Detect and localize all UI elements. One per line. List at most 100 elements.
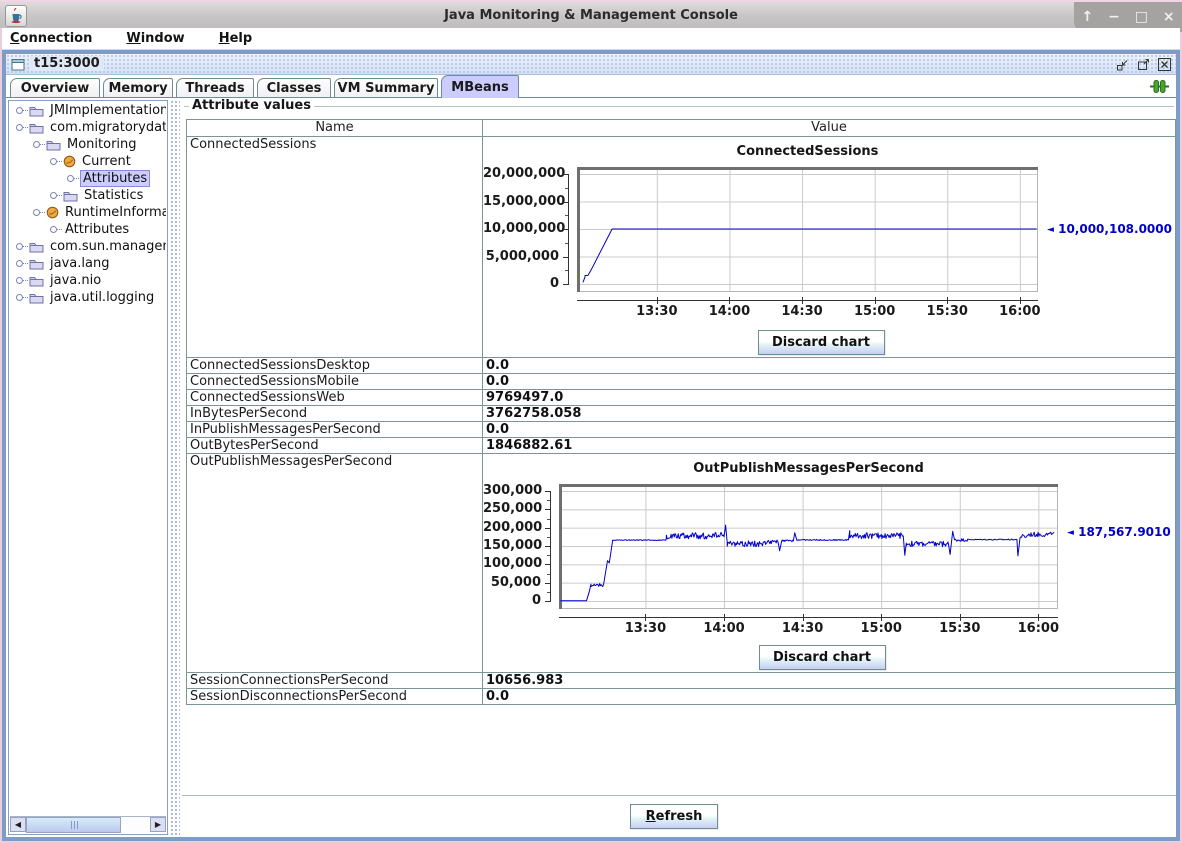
- attribute-name[interactable]: InPublishMessagesPerSecond: [187, 422, 483, 437]
- tree-node[interactable]: Attributes: [10, 221, 166, 238]
- table-row[interactable]: ConnectedSessionsWeb9769497.0: [187, 390, 1175, 406]
- tree-toggle-icon[interactable]: [50, 226, 57, 233]
- tree-toggle-icon[interactable]: [50, 158, 57, 165]
- tab-memory[interactable]: Memory: [103, 78, 173, 97]
- attribute-name[interactable]: SessionDisconnectionsPerSecond: [187, 689, 483, 704]
- tree-node[interactable]: Current: [10, 153, 166, 170]
- attribute-name[interactable]: OutBytesPerSecond: [187, 438, 483, 453]
- tree-toggle-icon[interactable]: [16, 107, 23, 114]
- menu-help[interactable]: Help: [219, 31, 252, 46]
- tree-toggle-icon[interactable]: [16, 277, 23, 284]
- tree-node-label[interactable]: Current: [80, 154, 133, 169]
- tree-node[interactable]: Monitoring: [10, 136, 166, 153]
- table-row[interactable]: ConnectedSessionsMobile0.0: [187, 374, 1175, 390]
- menu-connection[interactable]: Connection: [10, 31, 92, 46]
- tree-toggle-icon[interactable]: [33, 209, 40, 216]
- tree-node-label[interactable]: Statistics: [82, 188, 145, 203]
- attribute-value[interactable]: 1846882.61: [483, 438, 1175, 453]
- attribute-value[interactable]: OutPublishMessagesPerSecond050,000100,00…: [483, 454, 1175, 672]
- tree-node-label[interactable]: com.migratorydata: [48, 120, 166, 135]
- tree-node-label[interactable]: Attributes: [80, 170, 150, 187]
- minimize-button[interactable]: −: [1108, 10, 1120, 24]
- refresh-button[interactable]: Refresh: [630, 804, 718, 829]
- menu-window[interactable]: Window: [126, 31, 184, 46]
- tree-node[interactable]: java.nio: [10, 272, 166, 289]
- tab-mbeans[interactable]: MBeans: [441, 75, 519, 98]
- tree-node-label[interactable]: com.sun.managem: [48, 239, 166, 254]
- tab-threads[interactable]: Threads: [176, 78, 254, 97]
- tree-node[interactable]: Attributes: [10, 170, 166, 187]
- attribute-name[interactable]: InBytesPerSecond: [187, 406, 483, 421]
- attribute-value[interactable]: 0.0: [483, 374, 1175, 389]
- x-axis-tick-label: 13:30: [621, 621, 669, 636]
- attribute-value[interactable]: 3762758.058: [483, 406, 1175, 421]
- attribute-value[interactable]: 0.0: [483, 358, 1175, 373]
- x-axis-tick: [1020, 297, 1021, 304]
- tree-toggle-icon[interactable]: [16, 294, 23, 301]
- tree-toggle-icon[interactable]: [67, 175, 74, 182]
- tree-node-label[interactable]: java.nio: [48, 273, 103, 288]
- attribute-value[interactable]: 9769497.0: [483, 390, 1175, 405]
- tree-node[interactable]: RuntimeInforma: [10, 204, 166, 221]
- close-button[interactable]: ×: [1163, 10, 1175, 24]
- table-row[interactable]: SessionDisconnectionsPerSecond0.0: [187, 689, 1175, 705]
- column-header-name[interactable]: Name: [187, 120, 483, 136]
- attribute-value[interactable]: 0.0: [483, 422, 1175, 437]
- tree-horizontal-scrollbar[interactable]: ◀ ▶: [10, 816, 166, 833]
- tab-vm-summary[interactable]: VM Summary: [334, 78, 438, 97]
- x-axis-tick: [645, 614, 646, 621]
- attribute-name[interactable]: ConnectedSessionsDesktop: [187, 358, 483, 373]
- table-row[interactable]: InBytesPerSecond3762758.058: [187, 406, 1175, 422]
- discard-chart-button[interactable]: Discard chart: [759, 645, 886, 670]
- tree-node[interactable]: com.migratorydata: [10, 119, 166, 136]
- x-axis-tick: [881, 614, 882, 621]
- attribute-name[interactable]: ConnectedSessionsWeb: [187, 390, 483, 405]
- attribute-name[interactable]: OutPublishMessagesPerSecond: [187, 454, 483, 672]
- attribute-value[interactable]: ConnectedSessions05,000,00010,000,00015,…: [483, 137, 1175, 357]
- tab-classes[interactable]: Classes: [257, 78, 331, 97]
- scrollbar-thumb[interactable]: [26, 817, 121, 833]
- attribute-name[interactable]: ConnectedSessions: [187, 137, 483, 357]
- attribute-name[interactable]: SessionConnectionsPerSecond: [187, 673, 483, 688]
- tree-node[interactable]: com.sun.managem: [10, 238, 166, 255]
- x-axis-tick-label: 15:30: [936, 621, 984, 636]
- tree-node-label[interactable]: java.lang: [48, 256, 111, 271]
- frame-titlebar[interactable]: t15:3000: [6, 54, 1176, 75]
- attribute-name[interactable]: ConnectedSessionsMobile: [187, 374, 483, 389]
- table-row[interactable]: OutPublishMessagesPerSecondOutPublishMes…: [187, 454, 1175, 673]
- tree-node-label[interactable]: Monitoring: [65, 137, 139, 152]
- frame-iconify-button[interactable]: [1114, 56, 1130, 72]
- tree-node[interactable]: java.lang: [10, 255, 166, 272]
- tree-node[interactable]: JMImplementation: [10, 102, 166, 119]
- column-header-value[interactable]: Value: [483, 120, 1175, 136]
- attribute-value[interactable]: 0.0: [483, 689, 1175, 704]
- tree-toggle-icon[interactable]: [16, 260, 23, 267]
- tree-toggle-icon[interactable]: [33, 141, 40, 148]
- tree-node-label[interactable]: Attributes: [63, 222, 131, 237]
- table-row[interactable]: ConnectedSessionsConnectedSessions05,000…: [187, 137, 1175, 358]
- tree-toggle-icon[interactable]: [16, 124, 23, 131]
- scroll-left-button[interactable]: ◀: [10, 817, 26, 832]
- frame-close-button[interactable]: [1156, 56, 1172, 72]
- table-row[interactable]: SessionConnectionsPerSecond10656.983: [187, 673, 1175, 689]
- tree-node[interactable]: java.util.logging: [10, 289, 166, 306]
- tree-toggle-icon[interactable]: [16, 243, 23, 250]
- maximize-button[interactable]: □: [1135, 10, 1148, 24]
- table-row[interactable]: OutBytesPerSecond1846882.61: [187, 438, 1175, 454]
- tab-overview[interactable]: Overview: [10, 78, 100, 97]
- shade-button[interactable]: ↑: [1081, 10, 1093, 24]
- discard-chart-button[interactable]: Discard chart: [758, 330, 885, 355]
- tree-node-label[interactable]: JMImplementation: [48, 103, 166, 118]
- table-row[interactable]: InPublishMessagesPerSecond0.0: [187, 422, 1175, 438]
- window-titlebar[interactable]: Java Monitoring & Management Console ↑ −…: [0, 0, 1182, 28]
- scrollbar-track[interactable]: [121, 817, 150, 833]
- tree-node-label[interactable]: java.util.logging: [48, 290, 156, 305]
- frame-maximize-button[interactable]: [1135, 56, 1151, 72]
- split-pane-divider[interactable]: [170, 100, 180, 835]
- attribute-value[interactable]: 10656.983: [483, 673, 1175, 688]
- tree-toggle-icon[interactable]: [50, 192, 57, 199]
- tree-node[interactable]: Statistics: [10, 187, 166, 204]
- table-row[interactable]: ConnectedSessionsDesktop0.0: [187, 358, 1175, 374]
- scroll-right-button[interactable]: ▶: [150, 817, 166, 832]
- tree-node-label[interactable]: RuntimeInforma: [63, 205, 166, 220]
